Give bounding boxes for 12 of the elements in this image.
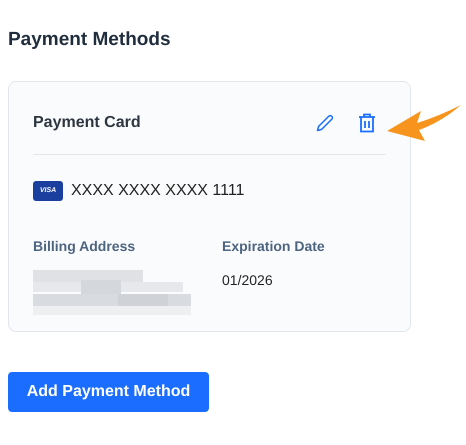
card-title: Payment Card bbox=[33, 113, 141, 133]
delete-button[interactable] bbox=[356, 111, 378, 135]
page-title: Payment Methods bbox=[8, 28, 171, 52]
field-value: 01/2026 bbox=[222, 271, 273, 290]
card-number: XXXX XXXX XXXX 1111 bbox=[71, 181, 244, 201]
edit-button[interactable] bbox=[314, 112, 336, 134]
add-payment-method-button[interactable]: Add Payment Method bbox=[8, 372, 209, 412]
pointer-arrow-icon bbox=[385, 103, 463, 143]
field-label: Billing Address bbox=[33, 237, 136, 256]
field-label: Expiration Date bbox=[222, 237, 325, 256]
pencil-icon bbox=[316, 114, 334, 132]
trash-icon bbox=[358, 113, 376, 133]
